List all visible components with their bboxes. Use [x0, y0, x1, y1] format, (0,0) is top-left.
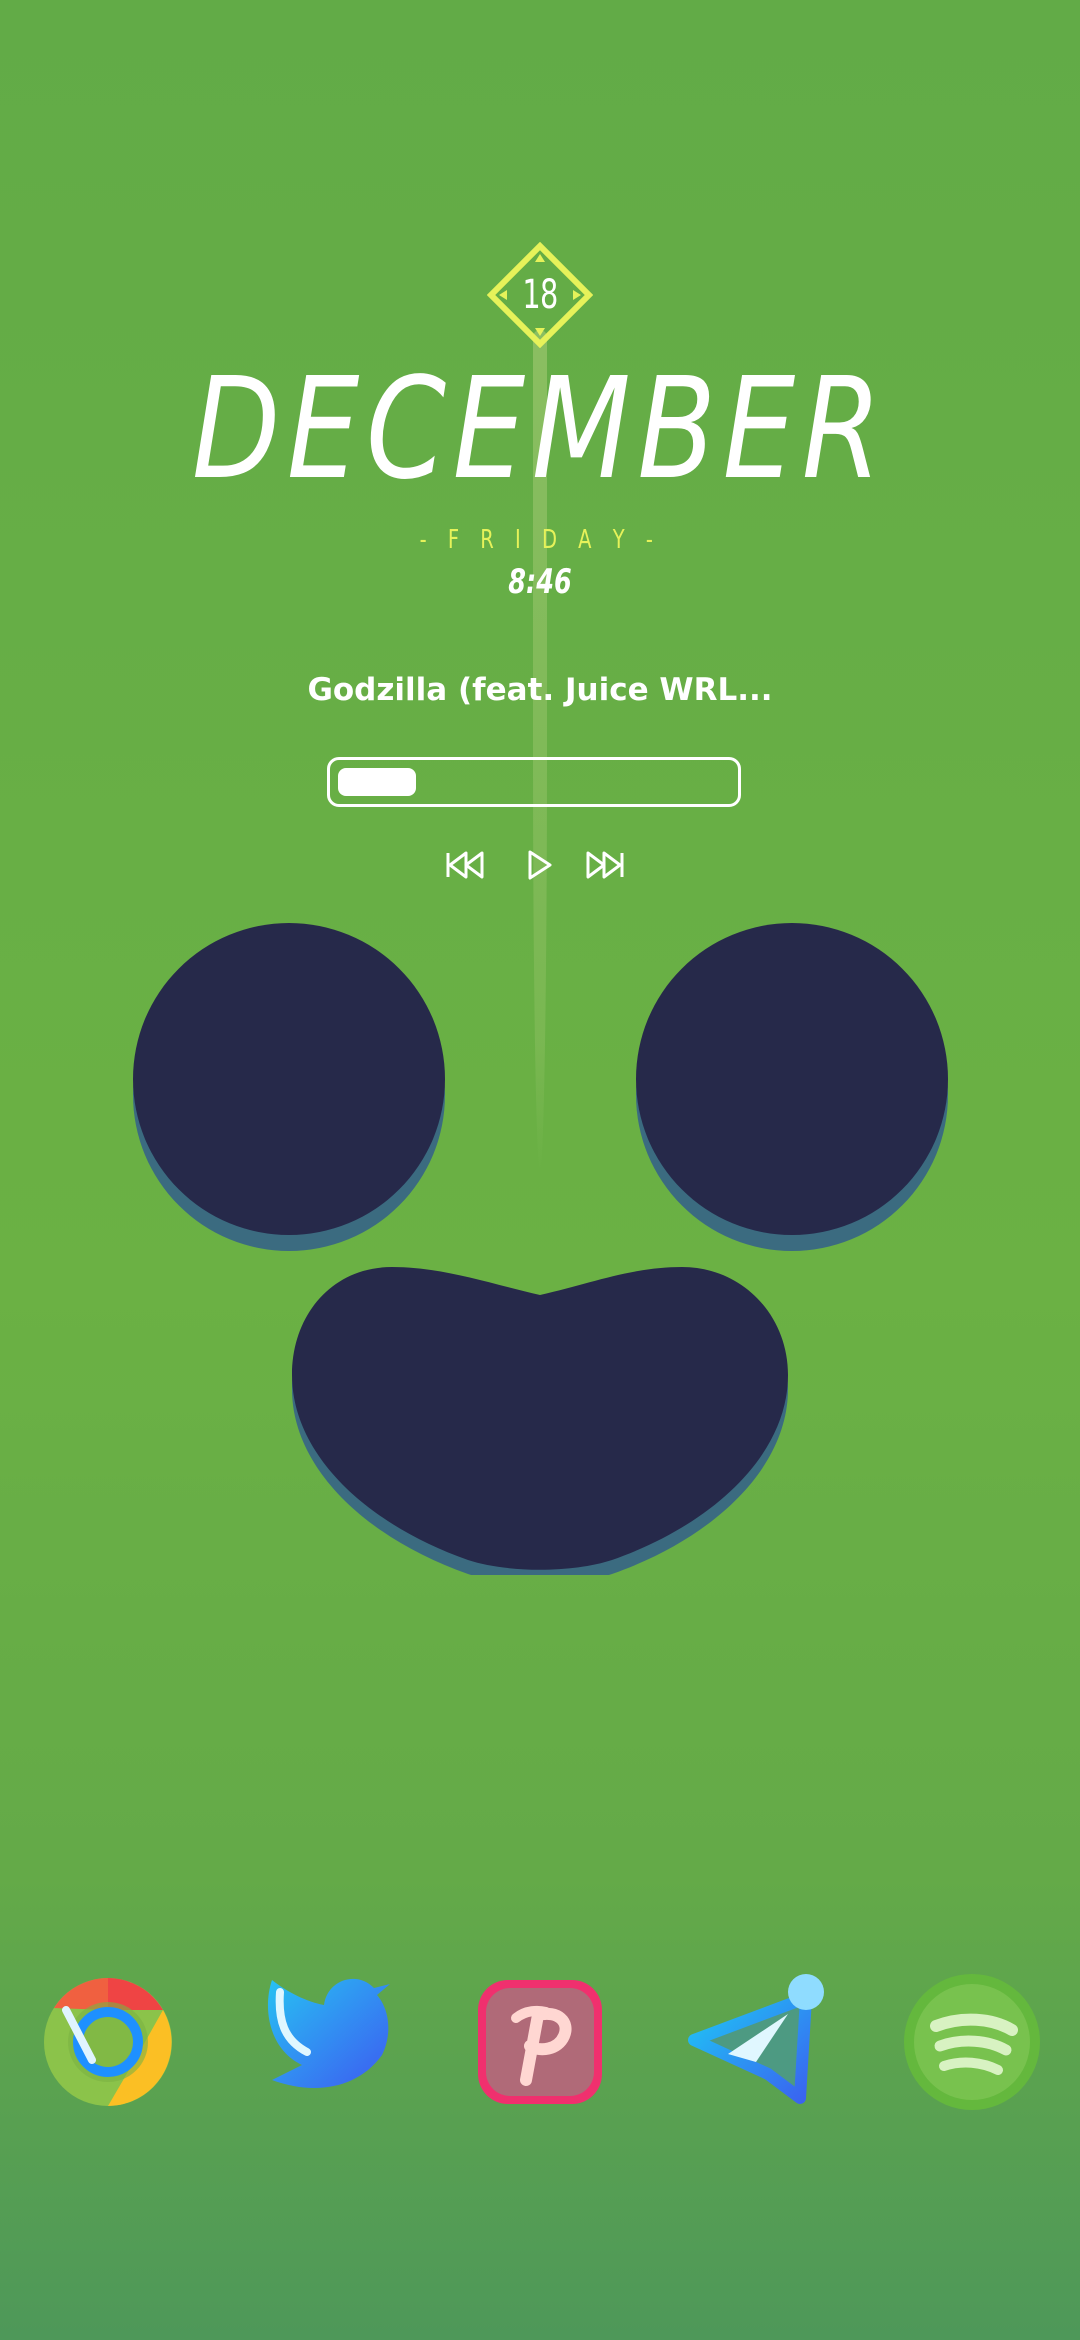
next-icon: [586, 851, 624, 879]
wallpaper-eye-right: [636, 923, 948, 1235]
previous-icon: [446, 851, 484, 879]
next-button[interactable]: [578, 845, 628, 885]
spotify-icon: [904, 1974, 1040, 2110]
previous-button[interactable]: [442, 845, 492, 885]
twitter-app[interactable]: [252, 1970, 396, 2114]
month-label: DECEMBER: [191, 348, 889, 511]
play-icon: [528, 850, 552, 880]
twitter-icon: [267, 1978, 390, 2088]
chrome-icon: [44, 1978, 172, 2106]
song-progress-fill: [338, 768, 416, 796]
weekday-label: - F R I D A Y -: [419, 525, 661, 555]
wallpaper-mouth: [292, 1267, 788, 1575]
song-progress-bar[interactable]: [327, 757, 741, 807]
wallpaper-eye-left: [133, 923, 445, 1235]
song-title: Godzilla (feat. Juice WRL...: [307, 672, 773, 708]
picsart-icon: [478, 1980, 602, 2104]
time-label: 8:46: [508, 562, 572, 602]
picsart-app[interactable]: [468, 1970, 612, 2114]
telegram-app[interactable]: [684, 1970, 828, 2114]
telegram-icon: [688, 1974, 824, 2104]
spotify-app[interactable]: [900, 1970, 1044, 2114]
chrome-app[interactable]: [36, 1970, 180, 2114]
play-button[interactable]: [515, 845, 565, 885]
